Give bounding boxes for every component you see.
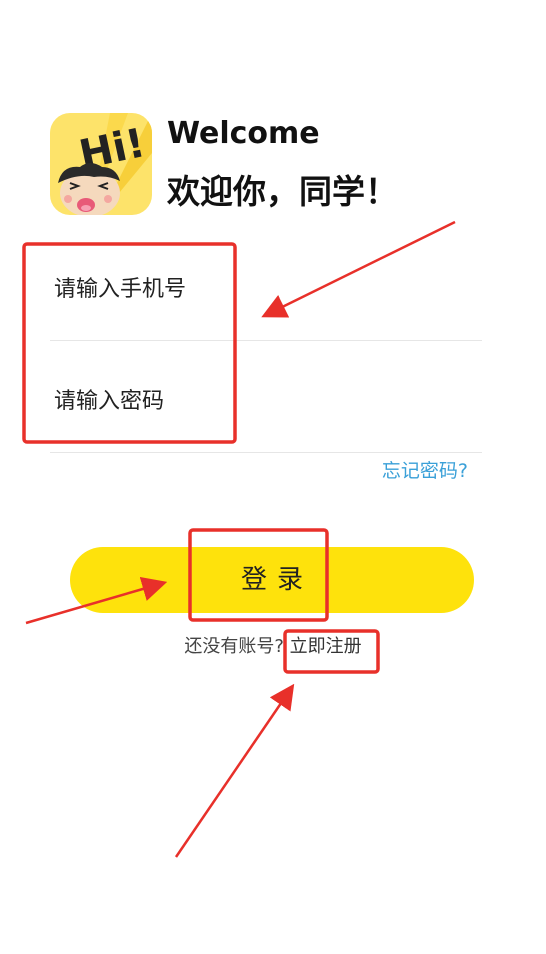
register-link[interactable]: 立即注册 <box>290 636 362 657</box>
welcome-title: Welcome <box>167 116 320 151</box>
password-input[interactable] <box>50 381 486 421</box>
forgot-password-link[interactable]: 忘记密码? <box>382 458 468 484</box>
divider <box>50 340 482 341</box>
app-logo-icon: Hi! <box>50 113 152 215</box>
register-prompt: 还没有账号? <box>184 636 284 657</box>
greeting-title: 欢迎你，同学！ <box>167 172 398 211</box>
phone-input[interactable] <box>50 269 486 309</box>
login-button[interactable]: 登录 <box>70 547 474 613</box>
divider <box>50 452 482 453</box>
annotation-arrow-register <box>174 683 295 858</box>
login-page: Hi! Welcome 欢迎你，同学！ 忘记密码? 登录 还没有账号? 立即注册 <box>0 0 546 954</box>
register-row: 还没有账号? 立即注册 <box>0 634 546 660</box>
